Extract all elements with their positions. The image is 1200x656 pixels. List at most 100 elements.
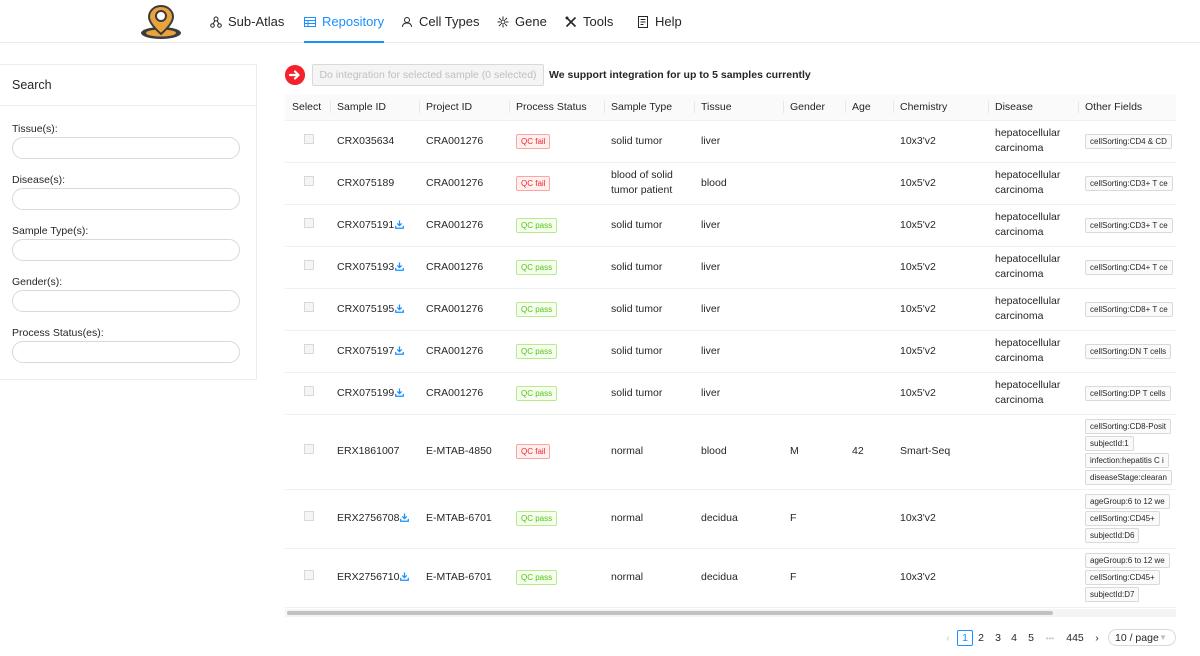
gender-select[interactable]	[12, 290, 240, 312]
row-select-checkbox[interactable]	[304, 217, 314, 228]
nav-tools-label: Tools	[583, 14, 614, 29]
column-header[interactable]: Age	[845, 94, 893, 121]
sample-id[interactable]: CRX075191	[337, 219, 394, 231]
disease-line: carcinoma	[995, 184, 1044, 196]
tissue-select[interactable]	[12, 137, 240, 159]
table-row: CRX075195 CRA001276 QC pass solid tumor live…	[285, 288, 1176, 331]
disease-line: hepatocellular	[995, 169, 1061, 181]
disease-line: carcinoma	[995, 226, 1044, 238]
download-icon[interactable]	[395, 387, 405, 397]
row-select-checkbox[interactable]	[304, 343, 314, 354]
download-icon[interactable]	[395, 345, 405, 355]
row-select-checkbox[interactable]	[304, 385, 314, 396]
sub-atlas-icon	[210, 16, 222, 28]
sample-id[interactable]: ERX2756708	[337, 512, 399, 524]
nav-repository[interactable]: Repository	[304, 0, 385, 43]
sample-id[interactable]: CRX075189	[337, 177, 394, 189]
project-id: E-MTAB-6701	[426, 512, 492, 524]
status-badge: QC pass	[516, 217, 558, 233]
sample-id[interactable]: ERX2756710	[337, 571, 399, 583]
row-select-checkbox[interactable]	[304, 444, 314, 454]
nav-help[interactable]: Help	[637, 0, 682, 43]
other-field-tag: subjectId:1	[1085, 435, 1134, 451]
arrow-right-icon[interactable]	[285, 65, 305, 85]
sample-id[interactable]: CRX075195	[337, 303, 394, 315]
column-header[interactable]: Disease	[988, 94, 1078, 121]
page-size-select[interactable]: 10 / page ▼	[1108, 629, 1176, 646]
page-1-button[interactable]: 1	[957, 630, 973, 646]
column-header[interactable]: Other Fields	[1078, 94, 1176, 121]
column-header[interactable]: Tissue	[694, 94, 783, 121]
tissue-label: Tissue(s):	[12, 123, 58, 135]
other-field-tag: cellSorting:CD8+ T ce	[1085, 301, 1173, 317]
sample-id[interactable]: CRX075199	[337, 387, 394, 399]
status-badge: QC pass	[516, 343, 558, 359]
sample-type-line: solid tumor	[611, 302, 663, 315]
nav-cell-types-label: Cell Types	[419, 14, 480, 29]
download-icon[interactable]	[400, 572, 410, 581]
last-page-button[interactable]: 445	[1063, 630, 1087, 646]
sample-id[interactable]: CRX035634	[337, 135, 394, 147]
chemistry-cell: 10x5'v2	[900, 386, 936, 399]
row-select-checkbox[interactable]	[304, 259, 314, 270]
sample-type-line: solid tumor	[611, 386, 663, 399]
download-icon[interactable]	[395, 261, 405, 271]
tissue-cell: decidua	[701, 512, 738, 524]
column-header[interactable]: Gender	[783, 94, 845, 121]
tools-icon	[565, 16, 577, 27]
project-id: CRA001276	[426, 344, 484, 357]
sample-id[interactable]: ERX1861007	[337, 445, 399, 457]
column-header[interactable]: Project ID	[419, 94, 509, 121]
table-body: CRX035634 CRA001276 QC fail solid tumor live…	[285, 120, 1176, 608]
row-select-checkbox[interactable]	[304, 570, 314, 580]
page-2-button[interactable]: 2	[974, 630, 988, 646]
nav-tools[interactable]: Tools	[565, 0, 613, 43]
row-select-checkbox[interactable]	[304, 175, 314, 186]
row-select-checkbox[interactable]	[304, 511, 314, 521]
next-page-button[interactable]: ›	[1091, 630, 1103, 646]
sample-id[interactable]: CRX075193	[337, 261, 394, 273]
disease-select[interactable]	[12, 188, 240, 210]
gene-icon	[497, 16, 509, 27]
table-row: CRX075189 CRA001276 QC fail blood of solid t…	[285, 162, 1176, 205]
sample-type-line: normal	[611, 512, 644, 524]
table-row: CRX035634 CRA001276 QC fail solid tumor live…	[285, 120, 1176, 163]
download-icon[interactable]	[400, 513, 410, 522]
column-header[interactable]: Chemistry	[893, 94, 988, 121]
other-field-tag: subjectId:D7	[1085, 587, 1140, 602]
row-select-checkbox[interactable]	[304, 301, 314, 312]
integration-button[interactable]: Do integration for selected sample (0 se…	[312, 64, 544, 86]
horizontal-scrollbar[interactable]	[285, 609, 1176, 617]
nav-sub-atlas[interactable]: Sub-Atlas	[210, 0, 284, 43]
disease-line: hepatocellular	[995, 253, 1061, 265]
status-badge: QC pass	[516, 511, 558, 526]
download-icon[interactable]	[395, 303, 405, 313]
sample-type-line: solid tumor	[611, 218, 663, 231]
row-select-checkbox[interactable]	[304, 133, 314, 144]
sample-id[interactable]: CRX075197	[337, 345, 394, 357]
download-icon[interactable]	[395, 219, 405, 229]
other-field-tag: subjectId:D6	[1085, 528, 1140, 543]
prev-page-button[interactable]: ‹	[942, 630, 954, 646]
table-row: CRX075197 CRA001276 QC pass solid tumor live…	[285, 330, 1176, 373]
page-4-button[interactable]: 4	[1007, 630, 1021, 646]
page-5-button[interactable]: 5	[1024, 630, 1038, 646]
disease-line: carcinoma	[995, 310, 1044, 322]
column-header[interactable]: Sample Type	[604, 94, 694, 121]
nav-gene[interactable]: Gene	[497, 0, 547, 43]
other-field-tag: cellSorting:CD4 & CD	[1085, 133, 1172, 149]
project-id: CRA001276	[426, 218, 484, 231]
page-3-button[interactable]: 3	[991, 630, 1005, 646]
sample-type-select[interactable]	[12, 239, 240, 261]
chemistry-cell: 10x5'v2	[900, 344, 936, 357]
process-status-select[interactable]	[12, 341, 240, 363]
disease-line: hepatocellular	[995, 295, 1061, 307]
column-header[interactable]: Sample ID	[330, 94, 419, 121]
status-badge: QC pass	[516, 301, 558, 317]
scrollbar-thumb[interactable]	[287, 611, 1053, 615]
nav-cell-types[interactable]: Cell Types	[401, 0, 479, 43]
column-header[interactable]: Process Status	[509, 94, 604, 121]
jump-next-ellipsis[interactable]: •••	[1041, 630, 1059, 646]
column-header: Select	[285, 94, 330, 121]
logo-icon[interactable]	[139, 2, 183, 40]
